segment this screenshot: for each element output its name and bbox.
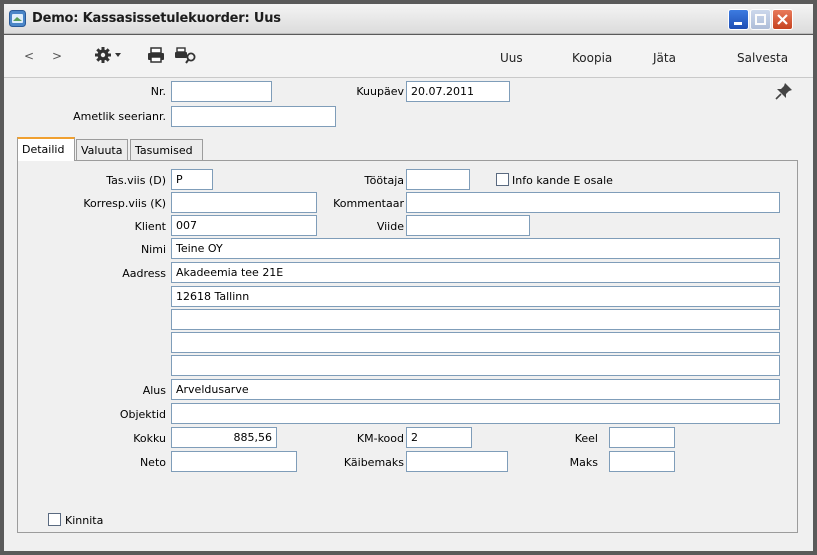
client-field[interactable]: 007 (171, 215, 317, 236)
toolbar: < > Uus Koopia Jäta Salvesta (4, 35, 813, 78)
info-e-checkbox[interactable] (496, 173, 509, 186)
vat-code-field[interactable]: 2 (406, 427, 472, 448)
date-field[interactable]: 20.07.2011 (406, 81, 510, 102)
serial-label: Ametlik seerianr. (73, 110, 166, 123)
address-line-3[interactable] (171, 309, 780, 330)
print-icon[interactable] (147, 46, 165, 64)
language-field[interactable] (609, 427, 675, 448)
address-label: Aadress (122, 267, 166, 280)
address-line-2[interactable]: 12618 Tallinn (171, 286, 780, 307)
address-line-1[interactable]: Akadeemia tee 21E (171, 262, 780, 283)
skip-button[interactable]: Jäta (653, 51, 676, 65)
back-button[interactable]: < (24, 49, 34, 63)
employee-field[interactable] (406, 169, 470, 190)
tax-label: Maks (569, 456, 598, 469)
copy-button[interactable]: Koopia (572, 51, 612, 65)
tab-details[interactable]: Detailid (17, 137, 75, 161)
address-line-4[interactable] (171, 332, 780, 353)
nr-field[interactable] (171, 81, 272, 102)
net-field[interactable] (171, 451, 297, 472)
date-label: Kuupäev (356, 85, 404, 98)
name-field[interactable]: Teine OY (171, 238, 780, 259)
new-button[interactable]: Uus (500, 51, 523, 65)
total-label: Kokku (133, 432, 166, 445)
payment-mode-label: Tas.viis (D) (106, 174, 166, 187)
address-line-5[interactable] (171, 355, 780, 376)
pin-icon[interactable] (775, 82, 793, 100)
minimize-button[interactable] (728, 9, 749, 30)
tab-payments[interactable]: Tasumised (130, 139, 203, 160)
forward-button[interactable]: > (52, 49, 62, 63)
vat-field[interactable] (406, 451, 508, 472)
nr-label: Nr. (150, 85, 166, 98)
contra-label: Korresp.viis (K) (83, 197, 166, 210)
gear-icon[interactable] (94, 46, 124, 64)
approve-label: Kinnita (65, 514, 104, 527)
objects-field[interactable] (171, 403, 780, 424)
print-preview-icon[interactable] (174, 46, 198, 64)
basis-label: Alus (142, 384, 166, 397)
window-content: < > Uus Koopia Jäta Salvesta Nr. Kuupäev… (4, 35, 813, 551)
contra-field[interactable] (171, 192, 317, 213)
serial-field[interactable] (171, 106, 336, 127)
employee-label: Töötaja (364, 174, 404, 187)
language-label: Keel (574, 432, 598, 445)
net-label: Neto (139, 456, 166, 469)
ref-label: Viide (376, 220, 404, 233)
maximize-button[interactable] (750, 9, 771, 30)
comment-label: Kommentaar (333, 197, 404, 210)
app-icon (9, 10, 26, 27)
total-field[interactable]: 885,56 (171, 427, 277, 448)
tax-field[interactable] (609, 451, 675, 472)
basis-field[interactable]: Arveldusarve (171, 379, 780, 400)
app-window: Demo: Kassasissetulekuorder: Uus < > Uus… (0, 0, 817, 555)
info-e-label: Info kande E osale (512, 174, 613, 187)
objects-label: Objektid (119, 408, 166, 421)
vat-label: Käibemaks (343, 456, 404, 469)
maximize-icon (755, 14, 766, 25)
tab-currency[interactable]: Valuuta (76, 139, 128, 160)
save-button[interactable]: Salvesta (737, 51, 788, 65)
vat-code-label: KM-kood (356, 432, 404, 445)
minimize-icon (734, 22, 742, 25)
title-bar[interactable]: Demo: Kassasissetulekuorder: Uus (4, 4, 813, 34)
payment-mode-field[interactable]: P (171, 169, 213, 190)
client-label: Klient (134, 220, 166, 233)
close-button[interactable] (772, 9, 793, 30)
window-title: Demo: Kassasissetulekuorder: Uus (32, 11, 281, 26)
comment-field[interactable] (406, 192, 780, 213)
ref-field[interactable] (406, 215, 530, 236)
approve-checkbox[interactable] (48, 513, 61, 526)
close-icon (777, 14, 788, 25)
name-label: Nimi (140, 243, 166, 256)
